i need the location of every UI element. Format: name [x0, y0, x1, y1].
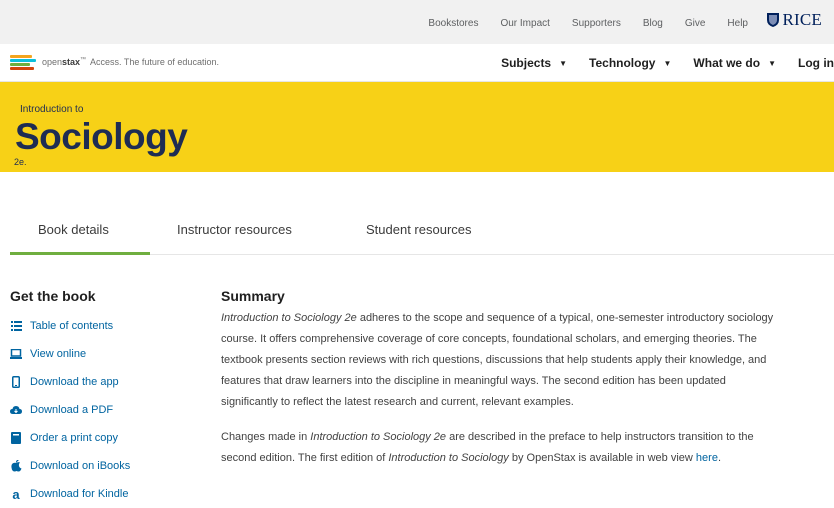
- link-download-pdf[interactable]: Download a PDF: [10, 396, 190, 424]
- amazon-icon: a: [12, 486, 20, 502]
- summary-section: Summary Introduction to Sociology 2e adh…: [221, 288, 781, 469]
- utility-link-give[interactable]: Give: [685, 18, 706, 29]
- book-edition: 2e.: [14, 157, 27, 167]
- tab-book-details[interactable]: Book details: [10, 222, 150, 255]
- chevron-down-icon: ▼: [663, 58, 672, 68]
- tab-instructor-resources[interactable]: Instructor resources: [177, 222, 327, 255]
- chevron-down-icon: ▼: [768, 58, 776, 68]
- laptop-icon: [10, 348, 22, 360]
- link-download-app[interactable]: Download the app: [10, 368, 190, 396]
- openstax-books-icon: [10, 55, 36, 70]
- utility-link-blog[interactable]: Blog: [643, 18, 663, 29]
- book-title-prefix: Introduction to: [20, 104, 84, 115]
- utility-link-our-impact[interactable]: Our Impact: [500, 18, 549, 29]
- utility-bar: Bookstores Our Impact Supporters Blog Gi…: [0, 0, 834, 44]
- utility-link-bookstores[interactable]: Bookstores: [428, 18, 478, 29]
- utility-links: Bookstores Our Impact Supporters Blog Gi…: [406, 18, 748, 29]
- get-the-book-heading: Get the book: [10, 288, 96, 304]
- nav-subjects[interactable]: Subjects ▼: [501, 56, 567, 70]
- book-title: Sociology: [15, 116, 188, 157]
- rice-logo[interactable]: RICE: [766, 10, 822, 30]
- rice-shield-icon: [767, 13, 780, 27]
- link-download-kindle[interactable]: a Download for Kindle: [10, 480, 190, 508]
- nav-menu: Subjects ▼ Technology ▼ What we do ▼ Log…: [479, 56, 834, 70]
- chevron-down-icon: ▼: [559, 58, 568, 68]
- tab-student-resources[interactable]: Student resources: [366, 222, 506, 255]
- utility-link-help[interactable]: Help: [727, 18, 748, 29]
- link-table-of-contents[interactable]: Table of contents: [10, 312, 190, 340]
- get-the-book-panel: Get the book Table of contents View onli…: [10, 288, 190, 508]
- book-icon: [10, 432, 22, 444]
- first-edition-link[interactable]: here: [696, 452, 718, 464]
- nav-what-we-do[interactable]: What we do ▼: [693, 56, 776, 70]
- summary-paragraph-1: Introduction to Sociology 2e adheres to …: [221, 312, 774, 408]
- link-download-ibooks[interactable]: Download on iBooks: [10, 452, 190, 480]
- rice-logo-text: RICE: [782, 10, 822, 29]
- openstax-wordmark: openstax™: [42, 57, 87, 67]
- list-icon: [10, 320, 22, 332]
- link-order-print[interactable]: Order a print copy: [10, 424, 190, 452]
- openstax-tagline: Access. The future of education.: [90, 57, 219, 67]
- link-view-online[interactable]: View online: [10, 340, 190, 368]
- cloud-download-icon: [10, 404, 22, 416]
- main-nav: openstax™ Access. The future of educatio…: [0, 44, 834, 82]
- book-hero-banner: Introduction to Sociology 2e.: [0, 82, 834, 172]
- login-link[interactable]: Log in: [798, 56, 834, 70]
- summary-paragraph-2: Changes made in Introduction to Sociolog…: [221, 431, 754, 464]
- apple-icon: [10, 460, 22, 472]
- book-tabs: Book details Instructor resources Studen…: [10, 222, 834, 255]
- utility-link-supporters[interactable]: Supporters: [572, 18, 621, 29]
- phone-icon: [10, 376, 22, 388]
- summary-heading: Summary: [221, 288, 285, 304]
- nav-technology[interactable]: Technology ▼: [589, 56, 671, 70]
- openstax-logo[interactable]: openstax™ Access. The future of educatio…: [10, 55, 219, 70]
